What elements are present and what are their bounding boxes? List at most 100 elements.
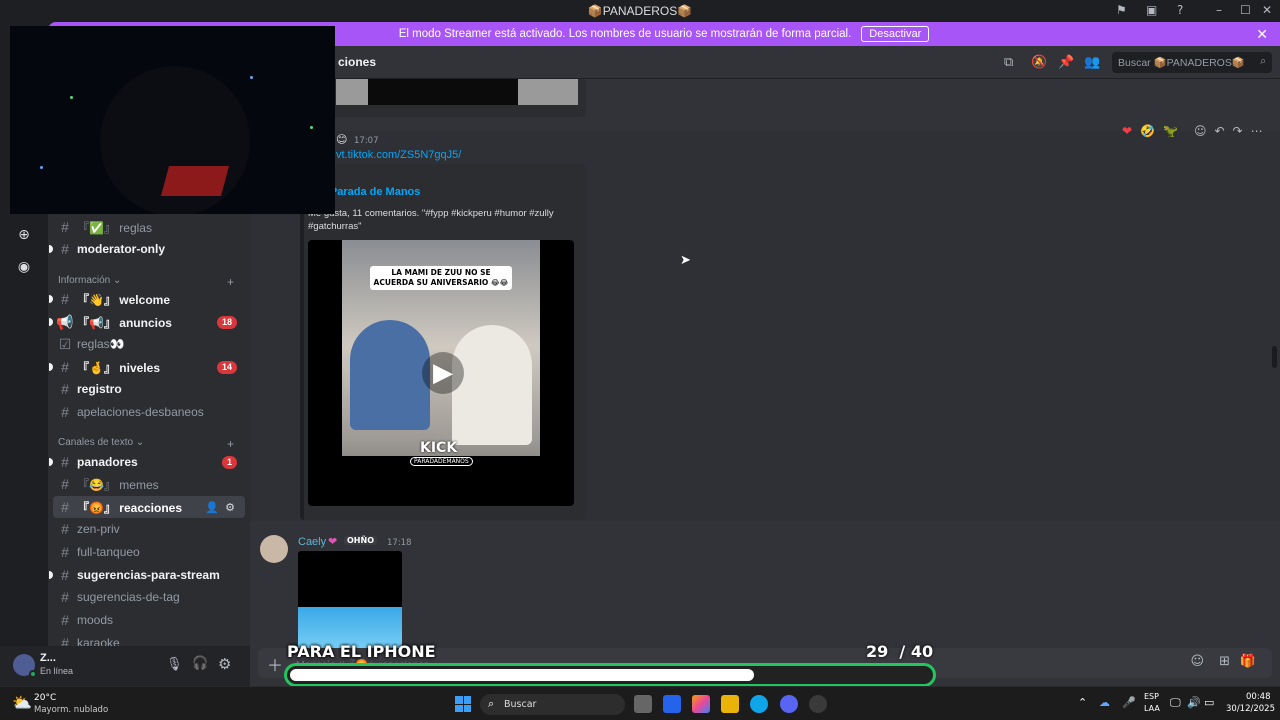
avatar[interactable] [260,535,288,563]
add-channel-icon[interactable]: + [227,275,234,289]
weather-icon[interactable]: ⛅ [12,693,32,712]
edge-icon[interactable] [750,695,768,713]
language-code[interactable]: ESP [1144,692,1159,701]
laugh-reaction-icon[interactable]: 🤣 [1140,124,1155,138]
clock-date[interactable]: 30/12/2025 [1226,704,1275,714]
inbox-icon[interactable]: ▣ [1146,3,1157,17]
webcam-shirt [160,166,230,196]
microphone-icon[interactable]: 🎙 [166,657,183,672]
category-informacion[interactable]: Información ⌄ + [58,275,238,289]
hash-icon: # [61,544,69,560]
channel-item[interactable]: # moods [53,609,245,631]
channel-prefix: 『✅』 [77,220,116,235]
channel-item[interactable]: # 『👋』 welcome [49,288,245,310]
add-server-icon[interactable]: ⊕ [13,224,35,246]
minimize-icon[interactable]: – [1216,3,1222,17]
message-link[interactable]: vt.tiktok.com/ZS5N7gqJ5/ [336,149,461,161]
hash-icon: # [61,359,69,375]
obs-icon[interactable] [809,695,827,713]
title-bar: 📦PANADEROS📦 ⚑ ▣ ? – ☐ ✕ [0,0,1280,22]
channel-item[interactable]: # full-tanqueo [53,541,245,563]
deactivate-button[interactable]: Desactivar [861,26,930,42]
layout-code[interactable]: LAA [1144,704,1160,713]
scrollbar-thumb[interactable] [1272,346,1277,368]
task-view-icon[interactable] [634,695,652,713]
attach-icon[interactable]: ＋ [267,652,283,676]
headphones-icon[interactable]: 🎧 [192,656,208,671]
channel-item[interactable]: # zen-priv [53,518,245,540]
reply-icon[interactable]: ↶ [1214,124,1224,138]
close-icon[interactable]: ✕ [1256,26,1268,43]
channel-item[interactable]: # apelaciones-desbaneos [53,401,245,423]
onedrive-icon[interactable]: ☁ [1099,696,1110,709]
mention-badge: 18 [216,315,237,329]
username: Z... [40,652,56,664]
search-icon: ⌕ [488,697,495,710]
channel-item[interactable]: # 『😂』 memes [53,473,245,495]
channel-item-active[interactable]: # 『😡』 reacciones ⚙ 👤 [53,496,245,518]
network-icon[interactable]: 🖵 [1170,696,1181,710]
goal-current: 29 [866,642,889,661]
channel-item[interactable]: # moderator-only [49,238,245,260]
add-reaction-icon[interactable]: ☺ [1194,124,1207,138]
windows-start-icon[interactable] [455,696,471,712]
store-icon[interactable] [663,695,681,713]
heart-reaction-icon[interactable]: ❤ [1122,124,1132,138]
threads-icon[interactable]: ⧉ [1004,55,1013,70]
channel-item[interactable]: # 『✅』 reglas [53,216,245,238]
channel-settings-icon[interactable]: ⚙ [225,501,235,514]
members-icon[interactable]: 👥 [1084,55,1100,70]
close-window-icon[interactable]: ✕ [1262,3,1272,17]
clock-time[interactable]: 00:48 [1246,692,1271,702]
pin-icon[interactable]: 📌 [1058,55,1074,70]
channel-item[interactable]: ☑ reglas👀 [53,333,245,355]
channel-prefix: 『🤞』 [77,360,116,375]
channel-item[interactable]: # sugerencias-para-stream [49,564,245,586]
video-player[interactable]: LA MAMI DE ZUU NO SE ACUERDA SU ANIVERSA… [308,240,574,506]
message-author[interactable]: Caely [298,536,326,548]
discord-icon[interactable] [780,695,798,713]
webcam-overlay [10,26,335,214]
channel-item[interactable]: # registro [53,378,245,400]
user-panel: Z... En línea 🎙 🎧 ⚙ [0,646,250,686]
mic-tray-icon[interactable]: 🎤 [1122,696,1136,709]
discover-icon[interactable]: ◉ [13,256,35,278]
emoji-icon[interactable]: ☺ [1190,654,1204,669]
forward-icon[interactable]: ↷ [1233,124,1243,138]
sticker-reaction-icon[interactable]: 🦖 [1163,124,1178,138]
message-timestamp: 17:18 [387,538,412,548]
tray-chevron-icon[interactable]: ⌃ [1078,696,1087,709]
invite-icon[interactable]: 👤 [205,501,219,514]
channel-item[interactable]: # 『🤞』 niveles 14 [49,356,245,378]
more-options-icon[interactable]: ⋯ [1251,124,1263,138]
channel-item[interactable]: # karaoke [53,632,245,646]
search-input[interactable]: Buscar 📦PANADEROS📦 ⌕ [1112,52,1272,73]
copilot-icon[interactable] [692,695,710,713]
previous-embed-image [336,79,578,105]
channel-name: welcome [119,292,170,307]
maximize-icon[interactable]: ☐ [1240,3,1251,17]
gift-icon[interactable]: 🎁 [1240,654,1256,669]
hash-icon: # [61,567,69,583]
channel-item[interactable]: 📢 『📢』 anuncios 18 [49,311,245,333]
add-channel-icon[interactable]: + [227,437,234,451]
channel-name: panadores [77,455,138,469]
flag-icon[interactable]: ⚑ [1116,3,1127,17]
channel-name: niveles [119,360,160,375]
category-label: Canales de texto [58,437,134,448]
taskbar-search[interactable]: ⌕ Buscar [480,694,625,715]
play-icon[interactable]: ▶ [422,352,464,394]
user-settings-icon[interactable]: ⚙ [218,655,231,673]
volume-icon[interactable]: 🔊 [1187,696,1201,709]
notifications-icon[interactable]: 🔕 [1031,55,1047,70]
chat-area: ciones ⧉ 🔕 📌 👥 Buscar 📦PANADEROS📦 ⌕ ❤ 🤣 … [250,46,1280,686]
battery-icon[interactable]: ▭ [1204,696,1214,709]
apps-icon[interactable]: ⊞ [1219,654,1230,669]
category-canales-de-texto[interactable]: Canales de texto ⌄ + [58,437,238,451]
file-explorer-icon[interactable] [721,695,739,713]
channel-item[interactable]: # sugerencias-de-tag [53,586,245,608]
message-image[interactable] [298,551,402,651]
window-title: 📦PANADEROS📦 [587,4,693,18]
channel-item[interactable]: # panadores 1 [49,451,245,473]
help-icon[interactable]: ? [1177,3,1183,17]
